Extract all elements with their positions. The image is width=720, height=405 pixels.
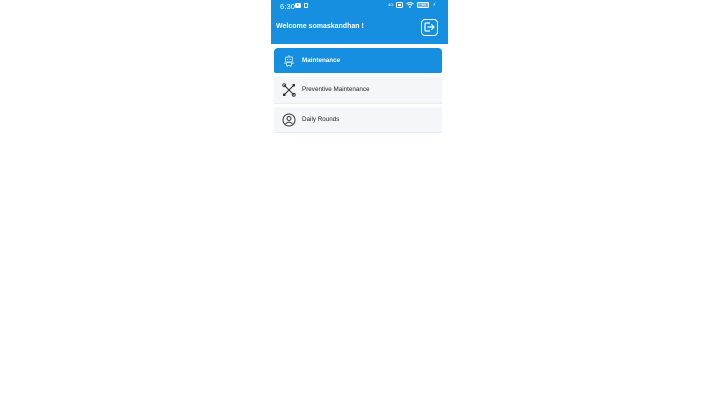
logout-button[interactable]: [421, 19, 438, 36]
menu-item-label: Preventive Maintenance: [302, 86, 370, 93]
robot-icon: [282, 54, 296, 68]
phone-screen: 6:30 4G 58 ⚡ Welcome somaskandhan ! Main…: [271, 0, 448, 405]
menu-item-daily-rounds[interactable]: Daily Rounds: [274, 107, 442, 133]
sim-icon: [396, 2, 404, 8]
signal-icon: 4G: [388, 2, 394, 7]
battery-icon: 58: [417, 2, 430, 8]
menu-item-maintenance[interactable]: Maintenance: [274, 48, 442, 73]
status-left-icons: [295, 3, 308, 8]
logout-icon: [424, 19, 435, 37]
youtube-icon: [295, 3, 301, 8]
app-header: 6:30 4G 58 ⚡ Welcome somaskandhan !: [271, 0, 448, 44]
charging-icon: ⚡: [432, 2, 436, 8]
tools-icon: [282, 83, 296, 97]
status-bar: 6:30 4G 58 ⚡: [271, 0, 448, 13]
welcome-text: Welcome somaskandhan !: [276, 23, 364, 30]
status-right-icons: 4G 58 ⚡: [388, 2, 436, 8]
menu-item-label: Daily Rounds: [302, 116, 340, 123]
storage-icon: [304, 3, 308, 8]
menu-item-label: Maintenance: [302, 57, 341, 64]
menu-item-preventive-maintenance[interactable]: Preventive Maintenance: [274, 77, 442, 104]
wifi-icon: [406, 2, 415, 8]
user-circle-icon: [282, 113, 296, 127]
main-menu: Maintenance Preventive Maintenance Daily…: [274, 48, 445, 136]
status-time: 6:30: [280, 2, 295, 11]
